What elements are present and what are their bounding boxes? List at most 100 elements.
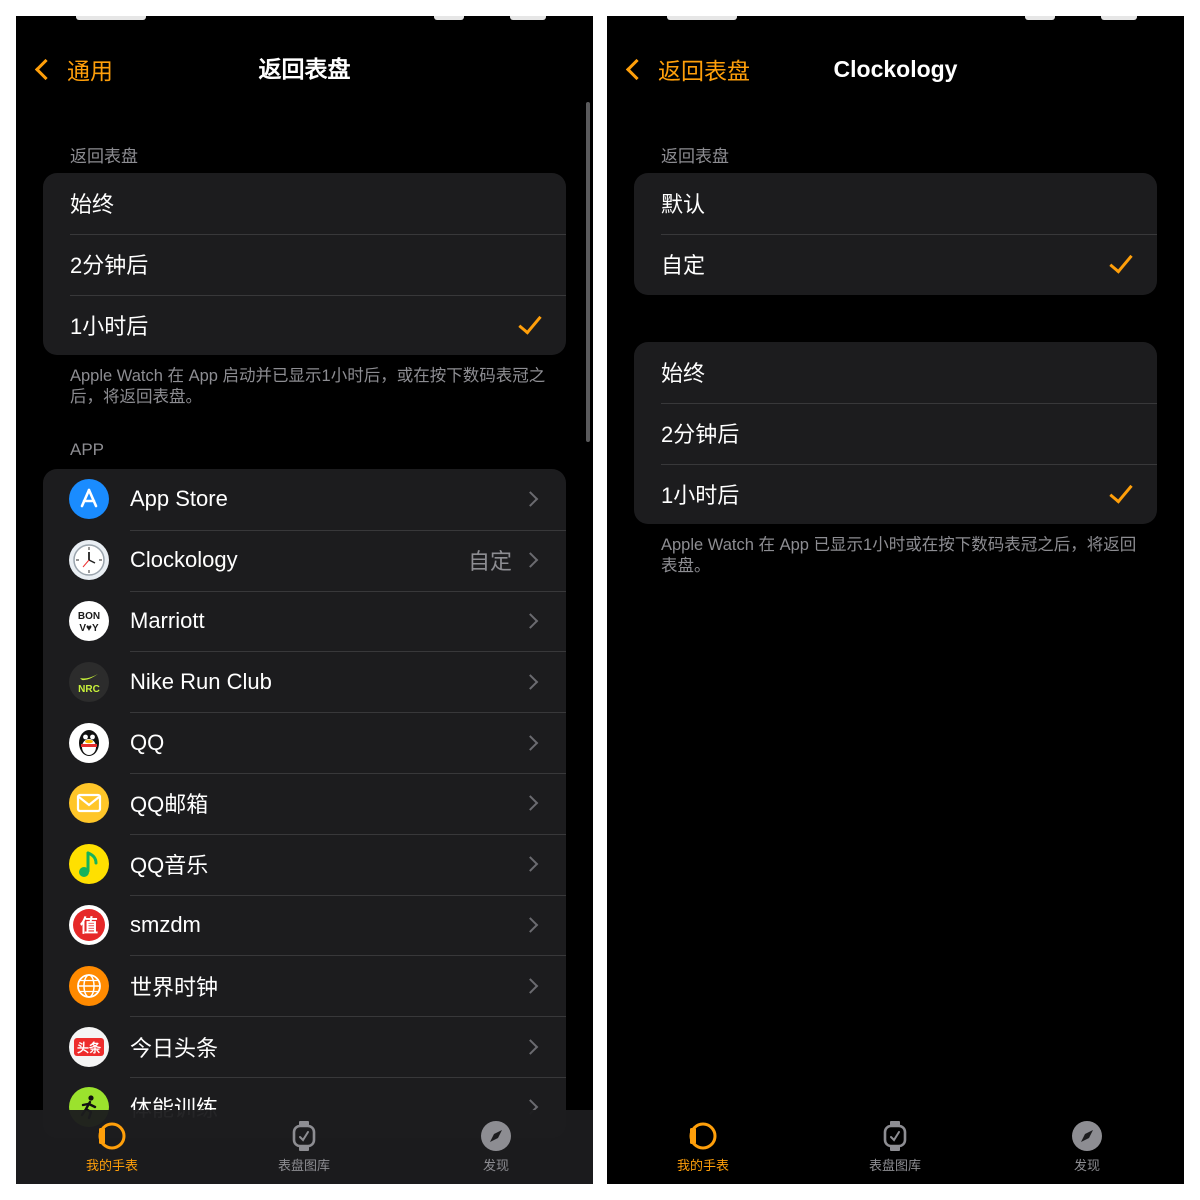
tab-face-gallery[interactable]: 表盘图库 bbox=[835, 1110, 955, 1184]
qq-music-icon bbox=[69, 844, 109, 885]
svg-text:值: 值 bbox=[80, 915, 98, 937]
tab-label: 发现 bbox=[1073, 1158, 1100, 1173]
qq-mail-icon bbox=[69, 783, 109, 824]
status-bar-time bbox=[76, 16, 146, 20]
app-row-toutiao[interactable]: 头条 今日头条 bbox=[43, 1016, 566, 1077]
app-row-app-store[interactable]: App Store bbox=[43, 469, 566, 530]
app-row-marriott[interactable]: BON V♥Y Marriott bbox=[43, 590, 566, 652]
back-button-label: 通用 bbox=[67, 58, 113, 84]
discover-compass-icon bbox=[1070, 1119, 1104, 1153]
chevron-right-icon bbox=[522, 795, 539, 812]
chevron-right-icon bbox=[522, 674, 539, 690]
chevron-right-icon bbox=[522, 917, 539, 933]
return-options-group: 始终 2分钟后 1小时后 bbox=[43, 173, 566, 356]
svg-text:BON: BON bbox=[78, 611, 100, 622]
svg-text:头条: 头条 bbox=[77, 1040, 102, 1055]
app-row-nike-run-club[interactable]: NRC Nike Run Club bbox=[43, 651, 566, 712]
app-name: QQ音乐 bbox=[130, 853, 209, 879]
tab-label: 我的手表 bbox=[676, 1158, 729, 1173]
app-row-clockology[interactable]: Clockology 自定 bbox=[43, 529, 566, 591]
back-button-label: 返回表盘 bbox=[658, 58, 750, 84]
svg-text:V♥Y: V♥Y bbox=[79, 623, 99, 634]
option-label: 默认 bbox=[661, 192, 706, 218]
section-header-return: 返回表盘 bbox=[661, 147, 729, 166]
battery-icon bbox=[1101, 16, 1137, 20]
right-screen: 返回表盘 Clockology 返回表盘 默认 自定 始终 2分钟后 1小时后 … bbox=[607, 16, 1184, 1184]
tab-my-watch[interactable]: 我的手表 bbox=[52, 1110, 172, 1184]
option-row-always[interactable]: 始终 bbox=[43, 173, 566, 234]
tab-label: 表盘图库 bbox=[868, 1158, 921, 1173]
option-row-custom[interactable]: 自定 bbox=[634, 233, 1157, 295]
chevron-right-icon bbox=[522, 1038, 539, 1055]
navigation-bar: 返回表盘 Clockology bbox=[607, 46, 1184, 92]
option-row-2min[interactable]: 2分钟后 bbox=[43, 233, 566, 295]
return-footer-note: Apple Watch 在 App 启动并已显示1小时后，或在按下数码表冠之后，… bbox=[70, 367, 546, 406]
app-row-world-clock[interactable]: 世界时钟 bbox=[43, 955, 566, 1016]
back-button[interactable]: 返回表盘 bbox=[623, 46, 750, 92]
app-store-icon bbox=[69, 479, 109, 520]
left-screen: 通用 返回表盘 返回表盘 始终 2分钟后 1小时后 Apple Watch 在 … bbox=[16, 16, 593, 1184]
my-watch-icon bbox=[95, 1119, 129, 1153]
return-options-group: 始终 2分钟后 1小时后 bbox=[634, 342, 1157, 525]
status-bar-time bbox=[667, 16, 737, 20]
tab-bar: 我的手表 表盘图库 发现 bbox=[16, 1110, 593, 1184]
nike-run-club-icon: NRC bbox=[69, 661, 109, 702]
option-row-1hour[interactable]: 1小时后 bbox=[634, 463, 1157, 525]
app-name: App Store bbox=[130, 486, 228, 512]
app-row-qq[interactable]: QQ bbox=[43, 712, 566, 773]
battery-icon bbox=[510, 16, 546, 20]
tab-label: 我的手表 bbox=[85, 1158, 138, 1173]
tab-discover[interactable]: 发现 bbox=[436, 1110, 556, 1184]
app-row-smzdm[interactable]: 值 smzdm bbox=[43, 894, 566, 956]
chevron-right-icon bbox=[522, 977, 539, 994]
app-name: QQ邮箱 bbox=[130, 792, 209, 818]
chevron-right-icon bbox=[522, 734, 539, 751]
option-label: 2分钟后 bbox=[70, 253, 149, 279]
app-name: smzdm bbox=[130, 911, 201, 937]
toutiao-icon: 头条 bbox=[69, 1026, 109, 1067]
checkmark-icon bbox=[1109, 479, 1133, 504]
app-name: Clockology bbox=[130, 547, 238, 573]
option-row-2min[interactable]: 2分钟后 bbox=[634, 402, 1157, 464]
app-name: 世界时钟 bbox=[130, 974, 219, 1000]
option-row-1hour[interactable]: 1小时后 bbox=[43, 294, 566, 356]
app-row-qq-music[interactable]: QQ音乐 bbox=[43, 833, 566, 895]
mode-options-group: 默认 自定 bbox=[634, 173, 1157, 295]
app-value: 自定 bbox=[467, 549, 512, 575]
clockology-icon bbox=[69, 540, 109, 581]
option-label: 始终 bbox=[70, 192, 115, 218]
option-row-always[interactable]: 始终 bbox=[634, 342, 1157, 403]
chevron-left-icon bbox=[625, 58, 648, 80]
chevron-right-icon bbox=[522, 613, 539, 629]
chevron-right-icon bbox=[522, 856, 539, 872]
tab-face-gallery[interactable]: 表盘图库 bbox=[244, 1110, 364, 1184]
chevron-right-icon bbox=[522, 552, 539, 568]
marriott-bonvoy-icon: BON V♥Y bbox=[69, 600, 109, 641]
option-row-default[interactable]: 默认 bbox=[634, 173, 1157, 234]
checkmark-icon bbox=[1109, 249, 1133, 274]
discover-compass-icon bbox=[479, 1119, 513, 1153]
checkmark-icon bbox=[518, 310, 542, 335]
qq-penguin-icon bbox=[69, 722, 109, 763]
app-name: Marriott bbox=[130, 607, 205, 633]
option-label: 始终 bbox=[661, 361, 706, 387]
section-header-return: 返回表盘 bbox=[70, 147, 138, 166]
app-name: Nike Run Club bbox=[130, 668, 272, 694]
face-gallery-icon bbox=[287, 1119, 321, 1153]
app-row-qq-mail[interactable]: QQ邮箱 bbox=[43, 772, 566, 834]
back-button[interactable]: 通用 bbox=[32, 46, 113, 92]
option-label: 1小时后 bbox=[70, 313, 149, 339]
signal-icon bbox=[434, 16, 464, 20]
face-gallery-icon bbox=[878, 1119, 912, 1153]
scroll-indicator[interactable] bbox=[586, 102, 590, 442]
option-label: 自定 bbox=[661, 253, 706, 279]
signal-icon bbox=[1025, 16, 1055, 20]
my-watch-icon bbox=[686, 1119, 720, 1153]
world-clock-globe-icon bbox=[69, 965, 109, 1006]
tab-discover[interactable]: 发现 bbox=[1027, 1110, 1147, 1184]
option-label: 1小时后 bbox=[661, 482, 740, 508]
tab-my-watch[interactable]: 我的手表 bbox=[643, 1110, 763, 1184]
app-name: 今日头条 bbox=[130, 1035, 219, 1061]
app-list: App Store Clockology 自定 BON V♥Y Marriott… bbox=[43, 469, 566, 1138]
tab-bar: 我的手表 表盘图库 发现 bbox=[607, 1110, 1184, 1184]
